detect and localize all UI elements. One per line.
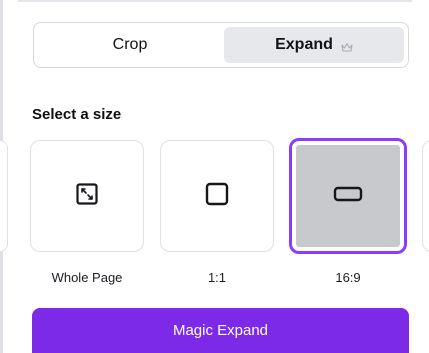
size-label-1-1: 1:1 [207, 270, 227, 285]
crop-expand-toggle: Crop Expand [33, 22, 409, 68]
section-title: Select a size [32, 106, 122, 123]
size-option-partial-left[interactable] [0, 140, 8, 252]
tab-crop[interactable]: Crop [38, 27, 222, 63]
size-option-16-9[interactable] [289, 138, 407, 254]
size-option-1-1[interactable] [160, 140, 274, 252]
square-icon [204, 181, 230, 212]
tab-expand-label: Expand [275, 36, 333, 53]
size-label-16-9: 16:9 [335, 270, 361, 285]
size-option-whole-page[interactable] [30, 140, 144, 252]
selected-tile-fill [296, 145, 400, 247]
crown-icon [341, 40, 353, 52]
wide-rectangle-icon [333, 185, 363, 208]
size-label-whole-page: Whole Page [51, 270, 123, 285]
magic-expand-label: Magic Expand [172, 322, 269, 339]
expand-arrows-icon [75, 182, 99, 211]
magic-expand-button[interactable]: Magic Expand [32, 308, 409, 353]
tab-expand[interactable]: Expand [224, 27, 404, 63]
top-divider [18, 0, 412, 2]
size-option-partial-right[interactable] [422, 140, 429, 252]
tab-crop-label: Crop [112, 36, 148, 53]
